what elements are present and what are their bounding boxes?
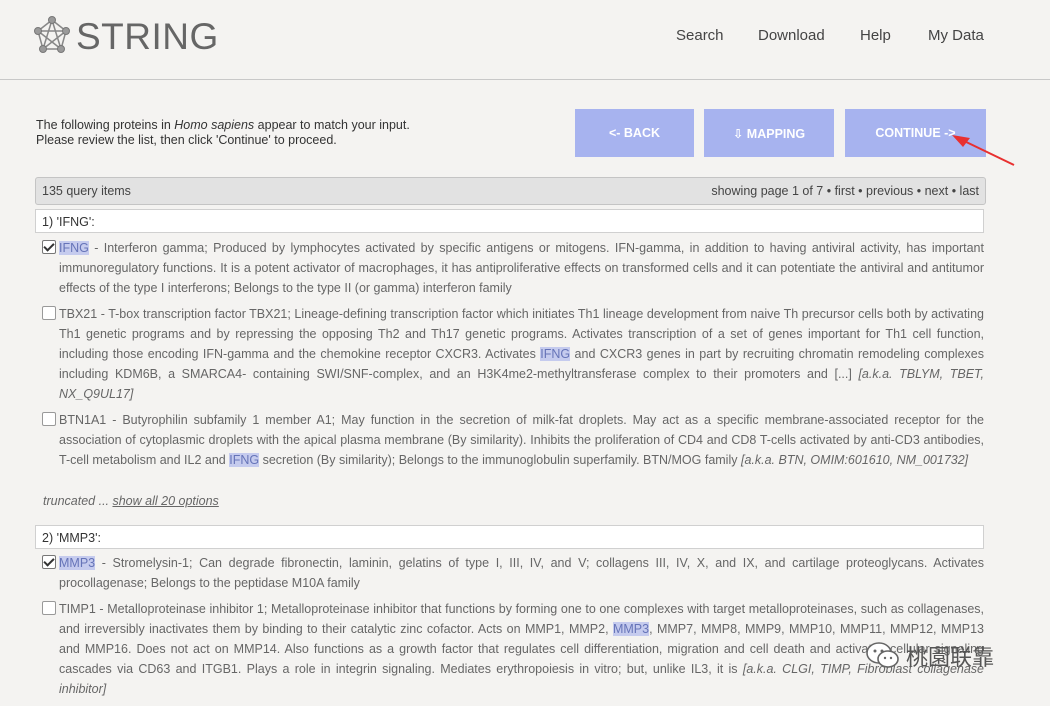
protein-option[interactable]: BTN1A1 - Butyrophilin subfamily 1 member…: [42, 410, 984, 470]
back-button[interactable]: <- BACK: [575, 109, 694, 157]
nav-download[interactable]: Download: [758, 27, 825, 44]
highlighted-term: MMP3: [612, 622, 650, 636]
intro-line2: Please review the list, then click 'Cont…: [36, 133, 337, 147]
header: STRING Search Download Help My Data: [0, 0, 1050, 80]
option-description: - Stromelysin-1; Can degrade fibronectin…: [59, 556, 984, 590]
intro-line1-post: appear to match your input.: [254, 118, 410, 132]
highlighted-term: IFNG: [59, 241, 89, 255]
option-checkbox[interactable]: [42, 306, 56, 320]
show-all-options-link[interactable]: show all 20 options: [112, 494, 218, 508]
highlighted-term: IFNG: [540, 347, 571, 361]
mapping-button[interactable]: ⇩ MAPPING: [704, 109, 834, 157]
option-checkbox[interactable]: [42, 240, 56, 254]
protein-option[interactable]: TIMP1 - Metalloproteinase inhibitor 1; M…: [42, 599, 984, 699]
watermark-text: 桃園联靠: [906, 645, 995, 670]
string-network-icon: [34, 16, 70, 53]
option-description: secretion (By similarity); Belongs to th…: [259, 453, 741, 467]
query-header-2: 2) 'MMP3':: [35, 525, 984, 549]
truncated-note: truncated ... show all 20 options: [43, 494, 219, 508]
aka-text: [a.k.a. BTN, OMIM:601610, NM_001732]: [740, 453, 969, 467]
nav-search[interactable]: Search: [676, 27, 724, 44]
query-count: 135 query items: [42, 184, 131, 198]
nav-my-data[interactable]: My Data: [928, 27, 984, 44]
query-header-1: 1) 'IFNG':: [35, 209, 984, 233]
species-name: Homo sapiens: [174, 118, 255, 132]
option-checkbox[interactable]: [42, 601, 56, 615]
option-description: - Interferon gamma; Produced by lymphocy…: [59, 241, 984, 295]
highlighted-term: IFNG: [229, 453, 260, 467]
nav-help[interactable]: Help: [860, 27, 891, 44]
option-checkbox[interactable]: [42, 412, 56, 426]
string-logo[interactable]: STRING: [32, 14, 218, 60]
protein-option[interactable]: IFNG - Interferon gamma; Produced by lym…: [42, 238, 984, 298]
red-arrow-annotation: [952, 135, 1015, 166]
logo-text: STRING: [76, 16, 219, 57]
intro-line1-pre: The following proteins in: [36, 118, 175, 132]
pager-bar: 135 query items showing page 1 of 7 • fi…: [35, 177, 986, 205]
highlighted-term: MMP3: [59, 556, 96, 570]
intro-text: The following proteins in Homo sapiens a…: [36, 118, 410, 148]
option-checkbox[interactable]: [42, 555, 56, 569]
wechat-icon: [866, 641, 900, 671]
protein-option[interactable]: TBX21 - T-box transcription factor TBX21…: [42, 304, 984, 404]
protein-option[interactable]: MMP3 - Stromelysin-1; Can degrade fibron…: [42, 553, 984, 593]
truncated-label: truncated ...: [43, 494, 113, 508]
page-navigation[interactable]: showing page 1 of 7 • first • previous •…: [711, 184, 979, 198]
watermark: 桃園联靠: [866, 640, 994, 672]
